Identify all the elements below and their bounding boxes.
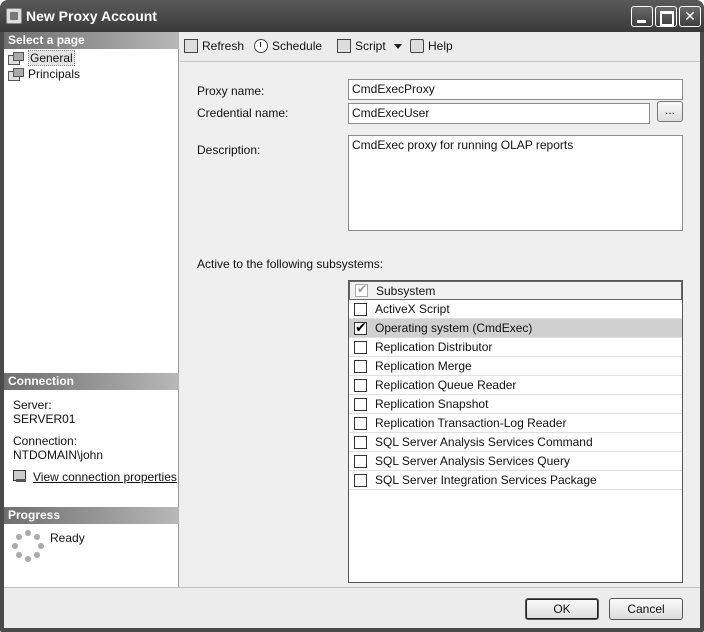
help-button[interactable]: Help <box>410 39 453 53</box>
refresh-icon <box>184 39 198 53</box>
refresh-button[interactable]: Refresh <box>184 39 244 53</box>
subsystem-label: SQL Server Analysis Services Command <box>375 435 593 449</box>
progress-status: Ready <box>50 531 85 545</box>
help-icon <box>410 39 424 53</box>
subsystem-checkbox[interactable] <box>354 319 367 336</box>
subsystem-row-replication-merge[interactable]: Replication Merge <box>349 357 682 376</box>
subsystem-label: Replication Snapshot <box>375 397 489 411</box>
title-bar[interactable]: New Proxy Account ✕ <box>0 0 704 32</box>
select-page-header: Select a page <box>4 32 179 49</box>
description-label: Description: <box>197 143 261 157</box>
page-item-principals[interactable]: Principals <box>8 66 80 81</box>
credential-name-label: Credential name: <box>197 106 289 120</box>
ok-button[interactable]: OK <box>525 598 599 620</box>
subsystem-checkbox[interactable] <box>354 378 367 392</box>
connection-properties-icon <box>13 470 28 484</box>
connection-label: Connection: <box>13 434 78 448</box>
connection-value: NTDOMAIN\john <box>13 448 104 462</box>
connection-header: Connection <box>4 373 179 390</box>
subsystem-row-activex-script[interactable]: ActiveX Script <box>349 300 682 319</box>
server-value: SERVER01 <box>13 412 76 426</box>
credential-browse-button[interactable]: ... <box>657 101 683 122</box>
subsystem-row-replication-transaction-log-reader[interactable]: Replication Transaction-Log Reader <box>349 414 682 433</box>
subsystems-label: Active to the following subsystems: <box>197 257 384 271</box>
subsystem-checkbox[interactable] <box>354 340 367 354</box>
page-item-label: General <box>28 49 75 66</box>
subsystem-row-ssas-query[interactable]: SQL Server Analysis Services Query <box>349 452 682 471</box>
subsystem-row-replication-queue-reader[interactable]: Replication Queue Reader <box>349 376 682 395</box>
subsystem-checkbox[interactable] <box>354 416 367 430</box>
script-button[interactable]: Script <box>337 39 402 53</box>
subsystem-checkbox[interactable] <box>354 302 367 316</box>
subsystem-label: Operating system (CmdExec) <box>375 321 533 335</box>
page-icon <box>8 51 24 65</box>
subsystem-row-ssas-command[interactable]: SQL Server Analysis Services Command <box>349 433 682 452</box>
app-icon <box>6 8 22 24</box>
progress-header: Progress <box>4 507 179 524</box>
left-pane: Select a page General Principals Connect… <box>4 32 179 587</box>
subsystem-row-replication-snapshot[interactable]: Replication Snapshot <box>349 395 682 414</box>
subsystem-checkbox[interactable] <box>354 473 367 487</box>
subsystem-checkbox[interactable] <box>354 435 367 449</box>
subsystem-label: Replication Distributor <box>375 340 493 354</box>
maximize-button[interactable] <box>655 6 677 27</box>
page-item-general[interactable]: General <box>8 49 75 66</box>
minimize-button[interactable] <box>631 6 653 27</box>
proxy-name-label: Proxy name: <box>197 84 265 98</box>
new-proxy-account-window: New Proxy Account ✕ Select a page Genera… <box>0 0 704 632</box>
subsystem-label: Replication Merge <box>375 359 472 373</box>
description-textarea[interactable]: CmdExec proxy for running OLAP reports <box>348 135 683 231</box>
schedule-label: Schedule <box>272 39 323 53</box>
clock-icon <box>254 39 268 53</box>
subsystem-label: ActiveX Script <box>375 302 450 316</box>
subsystem-checkbox[interactable] <box>354 359 367 373</box>
chevron-down-icon[interactable] <box>393 43 402 49</box>
subsystem-column-header[interactable]: Subsystem <box>349 281 682 300</box>
cancel-button[interactable]: Cancel <box>609 598 683 620</box>
subsystem-row-ssis-package[interactable]: SQL Server Integration Services Package <box>349 471 682 490</box>
subsystem-checkbox[interactable] <box>354 454 367 468</box>
subsystem-label: SQL Server Integration Services Package <box>375 473 597 487</box>
subsystem-label: Replication Transaction-Log Reader <box>375 416 567 430</box>
toolbar: Refresh Schedule Script Help <box>180 32 700 62</box>
subsystem-checkbox[interactable] <box>354 397 367 411</box>
select-all-checkbox[interactable] <box>355 282 368 297</box>
progress-spinner-icon <box>12 530 44 562</box>
script-icon <box>337 39 351 53</box>
script-label: Script <box>355 39 386 53</box>
view-connection-properties-link[interactable]: View connection properties <box>13 470 177 484</box>
subsystem-label: Replication Queue Reader <box>375 378 517 392</box>
help-label: Help <box>428 39 453 53</box>
subsystems-grid: Subsystem ActiveX Script Operating syste… <box>348 280 683 583</box>
proxy-name-input[interactable]: CmdExecProxy <box>348 79 683 100</box>
subsystem-label: SQL Server Analysis Services Query <box>375 454 570 468</box>
credential-name-input[interactable]: CmdExecUser <box>348 103 650 124</box>
subsystem-header-label: Subsystem <box>376 283 436 298</box>
page-icon <box>8 67 24 81</box>
refresh-label: Refresh <box>202 39 245 53</box>
view-connection-properties-label: View connection properties <box>33 470 177 484</box>
dialog-button-bar: OK Cancel <box>4 587 700 628</box>
general-page-form: Proxy name: CmdExecProxy Credential name… <box>180 63 700 587</box>
page-item-label: Principals <box>28 66 81 81</box>
dialog-client-area: Select a page General Principals Connect… <box>4 32 700 628</box>
window-title: New Proxy Account <box>26 8 157 24</box>
subsystem-row-replication-distributor[interactable]: Replication Distributor <box>349 338 682 357</box>
subsystem-row-operating-system[interactable]: Operating system (CmdExec) <box>349 319 682 338</box>
server-label: Server: <box>13 398 52 412</box>
schedule-button[interactable]: Schedule <box>254 39 322 53</box>
close-button[interactable]: ✕ <box>679 6 701 27</box>
